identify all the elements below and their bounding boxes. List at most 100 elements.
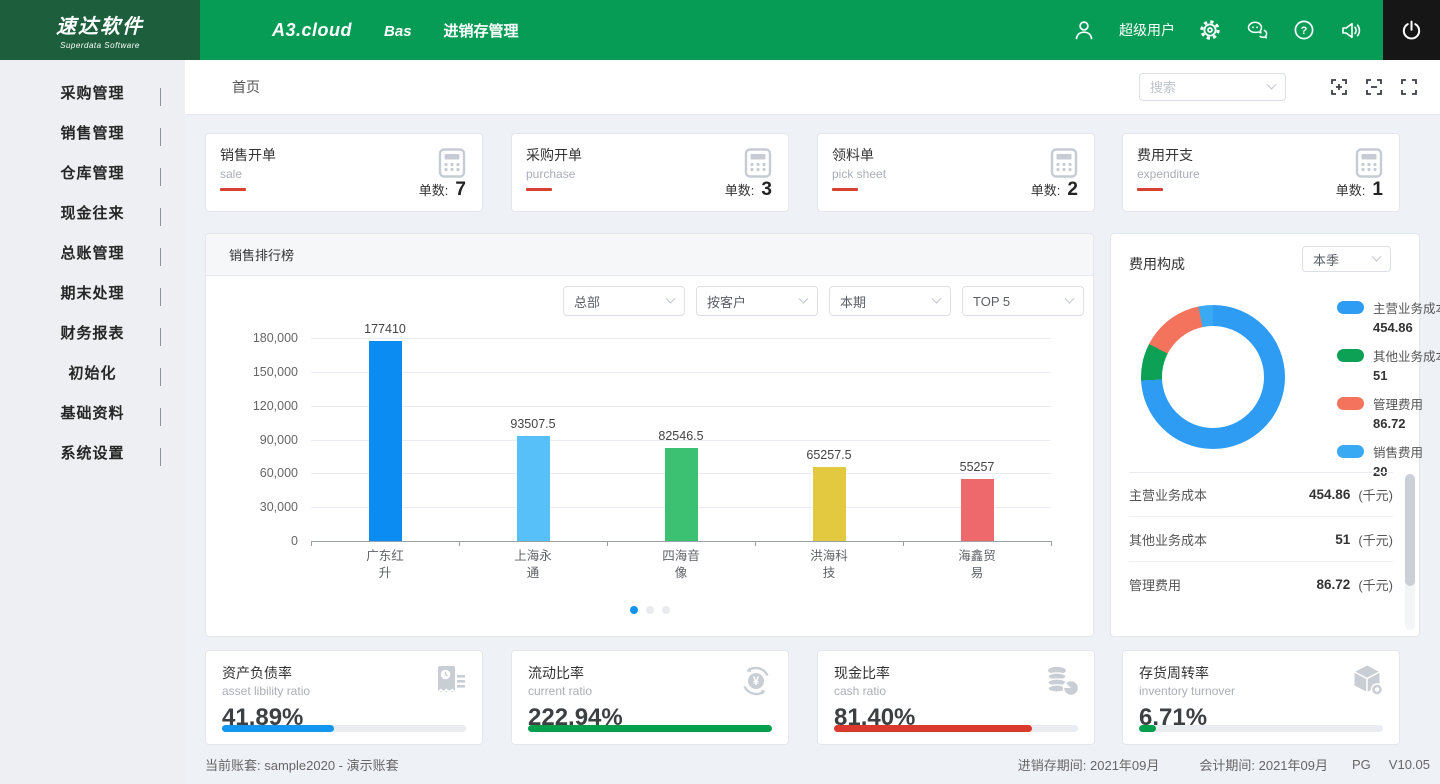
legend-item-admin-expense[interactable]: 管理费用 86.72: [1337, 394, 1440, 431]
tab-home[interactable]: 首页: [232, 77, 260, 97]
x-axis-tick: [1051, 541, 1052, 546]
help-icon[interactable]: ?: [1292, 18, 1316, 42]
kpi-card-sales-order: 销售开单 sale 单数: 7: [205, 133, 483, 212]
donut-hole: [1162, 326, 1264, 428]
kpi-title: 销售开单: [220, 145, 468, 165]
sidebar-item-cash-transactions[interactable]: 现金往来: [0, 192, 185, 232]
pagination-dot[interactable]: [662, 606, 670, 614]
current-username[interactable]: 超级用户: [1119, 20, 1175, 40]
sidebar-item-purchase-mgmt[interactable]: 采购管理: [0, 72, 185, 112]
sidebar-item-general-ledger[interactable]: 总账管理: [0, 232, 185, 272]
sidebar-item-initialization[interactable]: 初始化: [0, 352, 185, 392]
y-axis-tick-label: 30,000: [260, 500, 298, 514]
bar-上海永通: [517, 436, 550, 541]
settings-gear-icon[interactable]: [1198, 18, 1222, 42]
kpi-count-label: 单数:: [419, 180, 449, 199]
zoom-in-fullscreen-button[interactable]: [1330, 78, 1348, 96]
sidebar-item-label: 系统设置: [0, 442, 185, 463]
gridline: [311, 406, 1051, 407]
kpi-count-value: 1: [1372, 179, 1383, 201]
select-value: 本期: [840, 292, 866, 311]
svg-text:?: ?: [1301, 25, 1308, 37]
chevron-right-icon: [160, 368, 161, 386]
kpi-count-value: 3: [761, 179, 772, 201]
x-axis-category-label: 广东红升: [361, 548, 409, 582]
nav-item-inventory-module[interactable]: 进销存管理: [444, 20, 519, 41]
kpi-count: 单数: 2: [1031, 179, 1078, 201]
filter-select-period[interactable]: 本期: [829, 286, 951, 316]
sidebar-item-label: 销售管理: [0, 122, 185, 143]
app-version: V10.05: [1389, 757, 1430, 772]
calculator-icon: [1352, 146, 1386, 180]
bar-value-label: 82546.5: [658, 429, 703, 443]
chevron-down-icon: [1372, 251, 1382, 261]
legend-swatch: [1337, 301, 1364, 314]
x-axis-tick: [903, 541, 904, 546]
sidebar-item-system-settings[interactable]: 系统设置: [0, 432, 185, 472]
calculator-icon: [1047, 146, 1081, 180]
fullscreen-button[interactable]: [1400, 78, 1418, 96]
sidebar-item-financial-reports[interactable]: 财务报表: [0, 312, 185, 352]
pagination-dot[interactable]: [630, 606, 638, 614]
x-axis-tick: [607, 541, 608, 546]
x-axis-category-label: 海鑫贸易: [953, 548, 1001, 582]
accent-dash: [220, 188, 246, 191]
sidebar-menu: 采购管理 销售管理 仓库管理 现金往来 总账管理 期末处理 财务报表 初始化 基…: [0, 60, 185, 784]
legend-item-other-business-cost[interactable]: 其他业务成本 51: [1337, 346, 1440, 383]
legend-label: 其他业务成本: [1373, 346, 1440, 365]
kpi-card-purchase-order: 采购开单 purchase 单数: 3: [511, 133, 789, 212]
sidebar-item-sales-mgmt[interactable]: 销售管理: [0, 112, 185, 152]
filter-select-topn[interactable]: TOP 5: [962, 286, 1084, 316]
logout-power-button[interactable]: [1383, 0, 1440, 60]
announcement-horn-icon[interactable]: [1339, 18, 1363, 42]
bar-海鑫贸易: [961, 479, 994, 541]
ratio-card-asset-liability: 资产负债率 asset libility ratio 41.89%: [205, 650, 483, 745]
filter-select-by-customer[interactable]: 按客户: [696, 286, 818, 316]
kpi-card-pick-sheet: 领料单 pick sheet 单数: 2: [817, 133, 1095, 212]
search-input[interactable]: [1150, 80, 1268, 95]
expense-row-unit: (千元): [1358, 575, 1393, 594]
svg-text:¥: ¥: [753, 676, 760, 688]
chevron-right-icon: [160, 328, 161, 346]
y-axis-tick-label: 120,000: [253, 399, 298, 413]
filter-select-org[interactable]: 总部: [563, 286, 685, 316]
chevron-right-icon: [160, 448, 161, 466]
y-axis-tick-label: 90,000: [260, 433, 298, 447]
scrollbar-track[interactable]: [1405, 474, 1415, 630]
kpi-count-label: 单数:: [1031, 180, 1061, 199]
legend-item-main-business-cost[interactable]: 主营业务成本 454.86: [1337, 298, 1440, 335]
sidebar-item-period-end[interactable]: 期末处理: [0, 272, 185, 312]
header-actions: 超级用户 ?: [1072, 18, 1363, 42]
pg-flag: PG: [1352, 757, 1371, 772]
y-axis-tick-label: 60,000: [260, 466, 298, 480]
panel-title: 销售排行榜: [229, 245, 294, 264]
zoom-out-fullscreen-button[interactable]: [1365, 78, 1383, 96]
bar-四海音像: [665, 448, 698, 541]
sidebar-item-base-data[interactable]: 基础资料: [0, 392, 185, 432]
user-icon[interactable]: [1072, 18, 1096, 42]
bar-chart-y-axis: 180,000150,000120,00090,00060,00030,0000: [206, 338, 298, 541]
wechat-chat-icon[interactable]: [1245, 18, 1269, 42]
ratio-progress-track: [1139, 725, 1383, 732]
expense-period-select[interactable]: 本季: [1302, 246, 1391, 272]
header-nav: A3.cloud Bas 进销存管理: [272, 20, 519, 41]
sidebar-item-warehouse-mgmt[interactable]: 仓库管理: [0, 152, 185, 192]
pagination-dot[interactable]: [646, 606, 654, 614]
chevron-right-icon: [160, 288, 161, 306]
kpi-card-expenditure: 费用开支 expenditure 单数: 1: [1122, 133, 1400, 212]
expense-row-label: 其他业务成本: [1129, 530, 1335, 549]
nav-item-bas[interactable]: Bas: [384, 23, 412, 40]
bar-value-label: 93507.5: [510, 417, 555, 431]
product-name: A3.cloud: [272, 20, 352, 41]
calculator-icon: [435, 146, 469, 180]
expense-composition-panel: 费用构成 本季 主营业务成本 454.86 其他业务成本 51 管理费用 86.…: [1110, 233, 1420, 637]
main-content: 销售开单 sale 单数: 7 采购开单 purchase 单数: 3 领料单 …: [185, 115, 1440, 784]
gridline: [311, 372, 1051, 373]
chart-filters: 总部 按客户 本期 TOP 5: [563, 286, 1084, 316]
scrollbar-thumb[interactable]: [1405, 474, 1415, 586]
chevron-right-icon: [160, 208, 161, 226]
chevron-right-icon: [160, 248, 161, 266]
x-axis-tick: [311, 541, 312, 546]
logo-subtitle: Superdata Software: [60, 41, 140, 50]
search-combobox[interactable]: [1139, 73, 1286, 101]
